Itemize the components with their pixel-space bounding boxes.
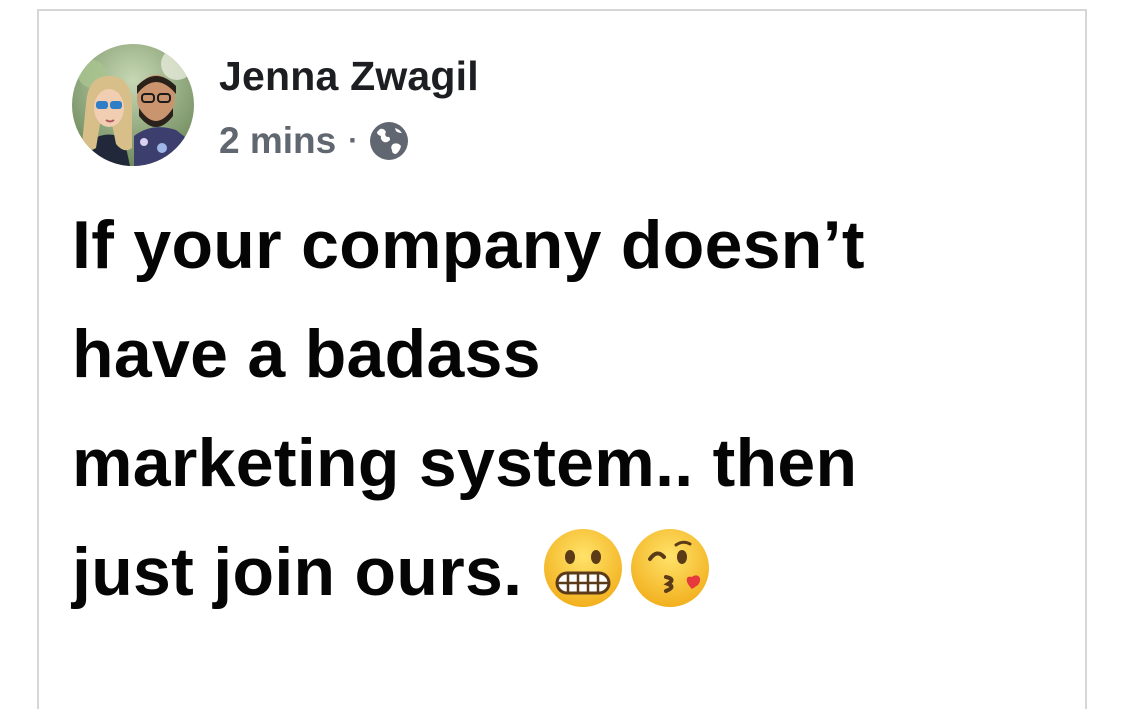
post-text-line: marketing system.. then <box>72 425 858 501</box>
post-meta: 2 mins · <box>219 119 410 163</box>
post-text-line: just join ours. <box>72 534 523 610</box>
timestamp[interactable]: 2 mins <box>219 120 336 162</box>
globe-icon[interactable] <box>368 120 410 162</box>
avatar-photo <box>72 44 194 166</box>
face-blowing-kiss-emoji <box>630 527 712 609</box>
post-text-line-last: just join ours. <box>72 518 1072 627</box>
post-text: If your company doesn’t have a badass ma… <box>72 191 1072 627</box>
grimacing-face-emoji <box>542 527 624 609</box>
post-card: Jenna Zwagil 2 mins · If your company do… <box>37 9 1087 709</box>
post-text-line: If your company doesn’t <box>72 207 865 283</box>
meta-separator: · <box>348 124 359 157</box>
post-text-line: have a badass <box>72 316 541 392</box>
avatar[interactable] <box>72 44 194 166</box>
author-name[interactable]: Jenna Zwagil <box>219 53 479 100</box>
